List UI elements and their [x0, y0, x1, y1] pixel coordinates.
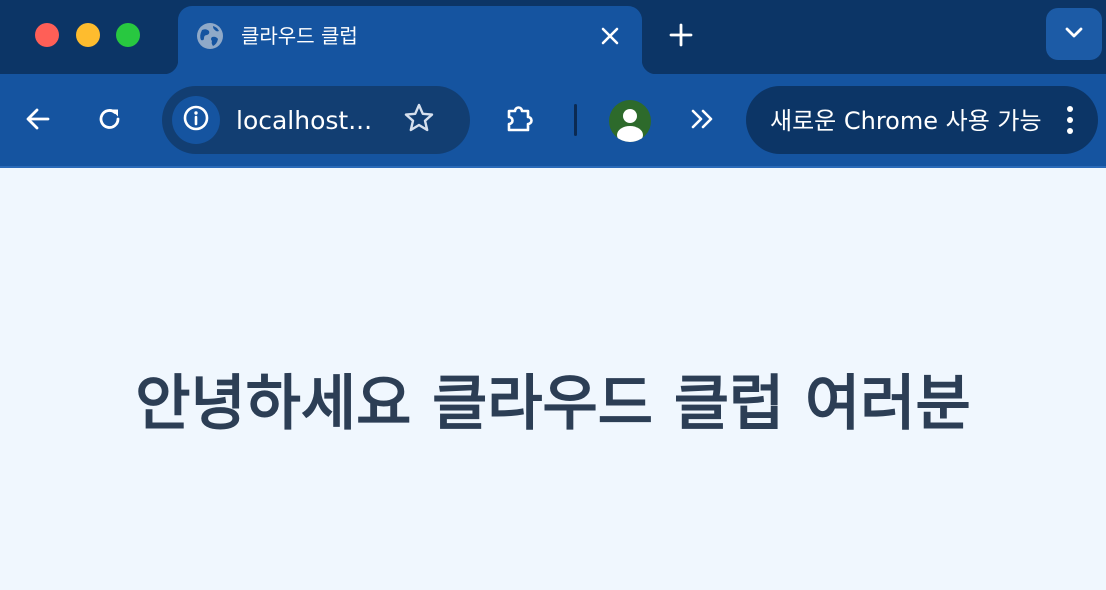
puzzle-icon	[503, 102, 537, 140]
star-icon	[403, 102, 435, 138]
chevron-double-right-icon	[688, 107, 718, 135]
update-chrome-button[interactable]: 새로운 Chrome 사용 가능	[746, 86, 1098, 154]
window-close-button[interactable]	[35, 23, 59, 47]
new-tab-button[interactable]	[664, 20, 698, 54]
site-info-button[interactable]	[172, 96, 220, 144]
back-button[interactable]	[21, 104, 55, 138]
browser-toolbar: localhost... 새로운 Chrome 사용 가능	[0, 74, 1106, 168]
arrow-left-icon	[24, 105, 52, 137]
toolbar-divider	[574, 104, 577, 136]
tab-active[interactable]: 클라우드 클럽	[164, 6, 656, 74]
page-content: 안녕하세요 클라우드 클럽 여러분	[0, 168, 1106, 590]
tab-title: 클라우드 클럽	[241, 24, 358, 48]
extensions-button[interactable]	[503, 104, 537, 138]
globe-icon	[196, 22, 224, 50]
reload-button[interactable]	[93, 104, 127, 138]
info-icon	[182, 104, 210, 136]
plus-icon	[669, 23, 693, 51]
window-maximize-button[interactable]	[116, 23, 140, 47]
reload-icon	[96, 105, 124, 137]
profile-button[interactable]	[609, 100, 651, 142]
address-bar[interactable]: localhost...	[162, 86, 470, 154]
chevron-down-icon	[1063, 25, 1085, 44]
bookmark-button[interactable]	[402, 103, 436, 137]
update-chrome-label: 새로운 Chrome 사용 가능	[770, 107, 1042, 135]
more-toolbar-items-button[interactable]	[686, 104, 720, 138]
tab-search-button[interactable]	[1046, 8, 1102, 60]
page-headline: 안녕하세요 클라우드 클럽 여러분	[135, 369, 971, 439]
tab-strip: 클라우드 클럽	[0, 0, 1106, 74]
more-vertical-icon[interactable]	[1056, 102, 1084, 138]
close-icon[interactable]	[596, 22, 624, 50]
url-text[interactable]: localhost...	[236, 106, 372, 136]
window-minimize-button[interactable]	[76, 23, 100, 47]
avatar-icon	[609, 109, 651, 142]
